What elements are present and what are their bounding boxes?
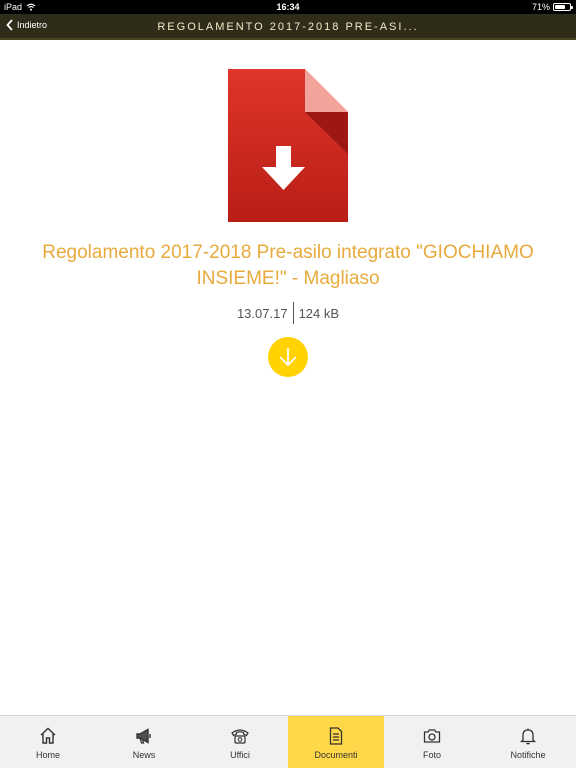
phone-icon [230, 726, 250, 746]
download-button[interactable] [268, 337, 308, 377]
tab-label: News [132, 750, 156, 760]
meta-separator [292, 302, 294, 324]
tab-label: Notifiche [510, 750, 546, 760]
status-battery: 71% [531, 2, 573, 12]
tab-home[interactable]: Home [0, 716, 96, 768]
document-size: 124 kB [298, 305, 340, 321]
status-time: 16:34 [276, 2, 300, 12]
tab-foto[interactable]: Foto [384, 716, 480, 768]
megaphone-icon [134, 726, 154, 746]
navigation-bar: Indietro REGOLAMENTO 2017-2018 PRE-ASI..… [0, 14, 576, 40]
document-detail: Regolamento 2017-2018 Pre-asilo integrat… [0, 40, 576, 715]
tab-label: Uffici [230, 750, 250, 760]
battery-percent: 71% [531, 2, 550, 12]
document-title: Regolamento 2017-2018 Pre-asilo integrat… [42, 242, 534, 289]
camera-icon [422, 726, 442, 746]
tab-news[interactable]: News [96, 716, 192, 768]
tab-documenti[interactable]: Documenti [288, 716, 384, 768]
document-icon [326, 726, 346, 746]
tab-label: Documenti [314, 750, 358, 760]
tab-notifiche[interactable]: Notifiche [480, 716, 576, 768]
tab-label: Foto [422, 750, 441, 760]
home-icon [38, 726, 58, 746]
battery-icon [553, 3, 573, 11]
bell-icon [518, 726, 538, 746]
document-date: 13.07.17 [236, 305, 288, 321]
document-meta: 13.07.17 124 kB [0, 302, 576, 324]
pdf-download-icon[interactable] [228, 69, 348, 222]
tab-uffici[interactable]: Uffici [192, 716, 288, 768]
page-title: REGOLAMENTO 2017-2018 PRE-ASI... [157, 21, 419, 33]
tab-bar: Home News Uffici Documenti Foto Notifich… [0, 715, 576, 768]
tab-label: Home [35, 750, 60, 760]
arrow-down-icon [279, 348, 297, 367]
status-bar: iPad 16:34 71% [0, 0, 576, 14]
